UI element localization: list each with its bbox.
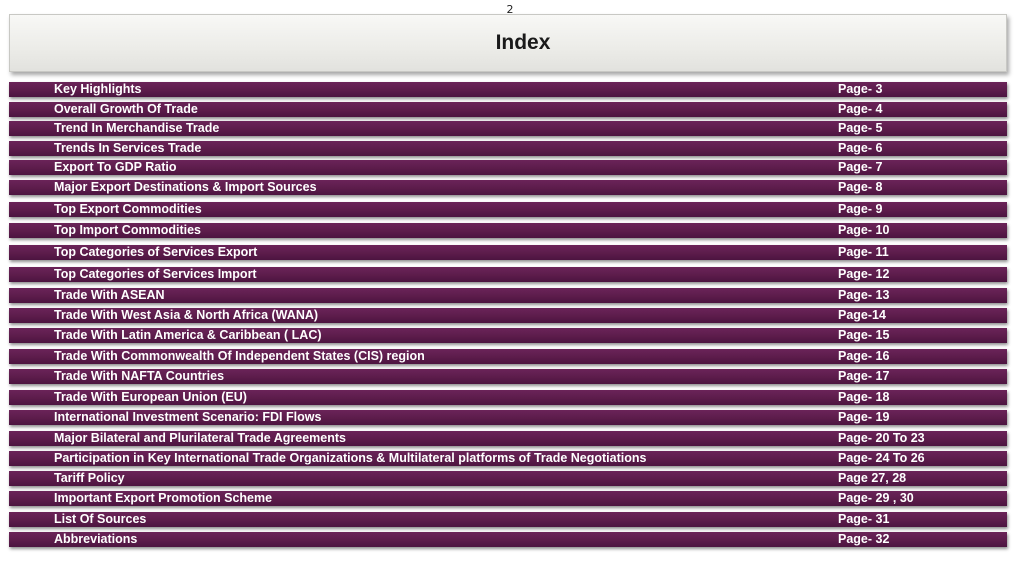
index-row-page: Page-14 [838,308,886,322]
index-row-asean[interactable]: Trade With ASEAN Page- 13 [9,288,1007,303]
index-row-lac[interactable]: Trade With Latin America & Caribbean ( L… [9,328,1007,343]
index-row-label: Abbreviations [54,532,138,546]
index-row-label: Trend In Merchandise Trade [54,121,220,135]
index-row-tariff-policy[interactable]: Tariff Policy Page 27, 28 [9,471,1007,486]
index-row-page: Page- 16 [838,349,890,363]
index-row-page: Page- 24 To 26 [838,451,925,465]
index-row-label: Important Export Promotion Scheme [54,491,273,505]
index-row-label: Top Categories of Services Export [54,245,258,259]
index-row-label: Trade With Commonwealth Of Independent S… [54,349,425,363]
index-row-page: Page- 10 [838,223,890,237]
index-row-services-import[interactable]: Top Categories of Services Import Page- … [9,267,1007,282]
index-row-label: Key Highlights [54,82,142,96]
index-row-key-highlights[interactable]: Key Highlights Page- 3 [9,82,1007,97]
index-row-export-gdp-ratio[interactable]: Export To GDP Ratio Page- 7 [9,160,1007,175]
index-row-label: Trade With NAFTA Countries [54,369,225,383]
index-row-page: Page- 17 [838,369,890,383]
index-row-page: Page- 20 To 23 [838,431,925,445]
index-row-page: Page 27, 28 [838,471,907,485]
index-row-export-promotion[interactable]: Important Export Promotion Scheme Page- … [9,491,1007,506]
index-row-page: Page- 32 [838,532,890,546]
index-row-page: Page- 15 [838,328,890,342]
index-row-page: Page- 18 [838,390,890,404]
index-row-services-export[interactable]: Top Categories of Services Export Page- … [9,245,1007,260]
index-row-abbreviations[interactable]: Abbreviations Page- 32 [9,532,1007,547]
index-row-cis[interactable]: Trade With Commonwealth Of Independent S… [9,349,1007,364]
index-row-export-commodities[interactable]: Top Export Commodities Page- 9 [9,202,1007,217]
index-row-page: Page- 13 [838,288,890,302]
page-title: Index [495,31,551,54]
index-row-page: Page- 4 [838,102,883,116]
index-row-page: Page- 3 [838,82,883,96]
index-row-label: Export To GDP Ratio [54,160,177,174]
index-row-label: Overall Growth Of Trade [54,102,198,116]
index-row-label: Trade With West Asia & North Africa (WAN… [54,308,319,322]
index-row-label: Major Bilateral and Plurilateral Trade A… [54,431,346,445]
index-row-label: Participation in Key International Trade… [54,451,647,465]
index-row-label: International Investment Scenario: FDI F… [54,410,322,424]
index-row-page: Page- 8 [838,180,883,194]
index-row-eu[interactable]: Trade With European Union (EU) Page- 18 [9,390,1007,405]
index-row-label: Top Categories of Services Import [54,267,257,281]
index-row-page: Page- 19 [838,410,890,424]
index-row-sources[interactable]: List Of Sources Page- 31 [9,512,1007,527]
index-row-merchandise-trade[interactable]: Trend In Merchandise Trade Page- 5 [9,121,1007,136]
index-row-export-destinations[interactable]: Major Export Destinations & Import Sourc… [9,180,1007,195]
index-row-page: Page- 7 [838,160,883,174]
index-row-page: Page- 12 [838,267,890,281]
index-row-label: Tariff Policy [54,471,125,485]
index-row-trade-agreements[interactable]: Major Bilateral and Plurilateral Trade A… [9,431,1007,446]
index-row-label: Trade With European Union (EU) [54,390,247,404]
index-row-page: Page- 6 [838,141,883,155]
index-row-label: Major Export Destinations & Import Sourc… [54,180,317,194]
index-row-trade-organizations[interactable]: Participation in Key International Trade… [9,451,1007,466]
index-row-label: Trade With ASEAN [54,288,165,302]
index-row-overall-growth[interactable]: Overall Growth Of Trade Page- 4 [9,102,1007,117]
index-row-label: Top Export Commodities [54,202,202,216]
index-row-page: Page- 29 , 30 [838,491,914,505]
index-row-label: Top Import Commodities [54,223,201,237]
index-row-label: List Of Sources [54,512,147,526]
index-row-page: Page- 31 [838,512,890,526]
index-row-fdi-flows[interactable]: International Investment Scenario: FDI F… [9,410,1007,425]
index-row-page: Page- 9 [838,202,883,216]
title-bar: Index [9,14,1007,72]
index-row-label: Trends In Services Trade [54,141,202,155]
index-row-wana[interactable]: Trade With West Asia & North Africa (WAN… [9,308,1007,323]
index-row-page: Page- 5 [838,121,883,135]
index-row-nafta[interactable]: Trade With NAFTA Countries Page- 17 [9,369,1007,384]
index-row-import-commodities[interactable]: Top Import Commodities Page- 10 [9,223,1007,238]
index-row-label: Trade With Latin America & Caribbean ( L… [54,328,322,342]
index-row-services-trade[interactable]: Trends In Services Trade Page- 6 [9,141,1007,156]
index-row-page: Page- 11 [838,245,889,259]
